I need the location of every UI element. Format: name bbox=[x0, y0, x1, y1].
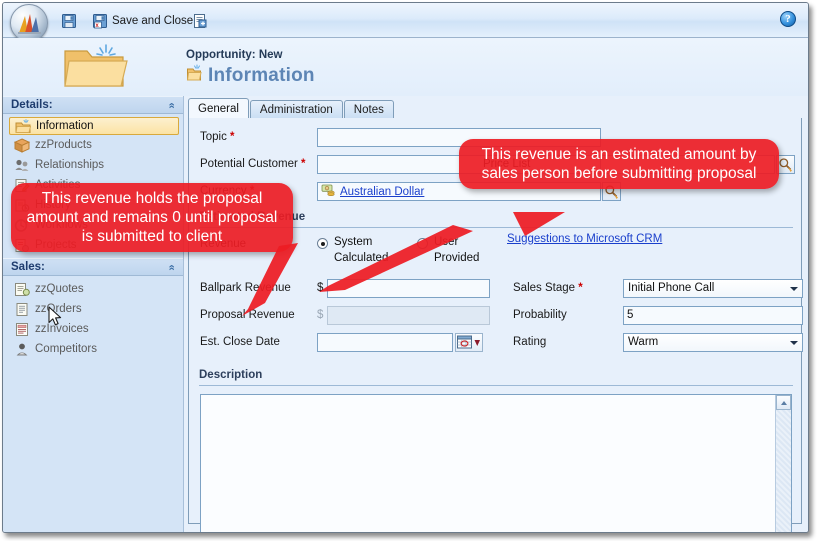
chevron-down-icon[interactable] bbox=[790, 341, 798, 345]
tab-general[interactable]: General bbox=[188, 98, 249, 119]
save-button[interactable] bbox=[57, 9, 81, 32]
sidebar-group-details-label: Details: bbox=[11, 99, 53, 111]
sidebar-item-zzorders[interactable]: zzOrders bbox=[3, 299, 183, 319]
sidebar-item-information[interactable]: Information bbox=[9, 117, 179, 135]
information-icon bbox=[15, 118, 32, 134]
revenue-user-provided-label-line1: User bbox=[434, 236, 459, 248]
ballpark-revenue-label: Ballpark Revenue bbox=[200, 282, 291, 294]
est-close-date-input[interactable] bbox=[317, 333, 453, 352]
revenue-user-provided-radio[interactable] bbox=[417, 238, 428, 249]
save-and-close-icon: x bbox=[93, 13, 107, 29]
currency-value-link[interactable]: Australian Dollar bbox=[340, 186, 424, 198]
chevron-down-icon[interactable] bbox=[790, 287, 798, 291]
callout-proposal-revenue-text: This revenue holds the proposal amount a… bbox=[26, 190, 278, 245]
help-icon[interactable]: ? bbox=[780, 11, 796, 27]
new-record-button[interactable] bbox=[188, 9, 212, 32]
sidebar-item-label: zzQuotes bbox=[35, 283, 84, 295]
invoices-icon bbox=[14, 322, 31, 337]
page-title: Information bbox=[208, 64, 315, 86]
rating-select[interactable]: Warm bbox=[623, 333, 803, 352]
description-label: Description bbox=[199, 369, 263, 381]
sidebar-item-zzquotes[interactable]: zzQuotes bbox=[3, 279, 183, 299]
new-record-icon bbox=[194, 13, 207, 28]
sidebar-item-label: Competitors bbox=[35, 343, 97, 355]
sales-stage-label: Sales Stage * bbox=[513, 282, 583, 294]
relationships-icon bbox=[14, 158, 31, 173]
products-box-icon bbox=[13, 137, 31, 153]
rating-value: Warm bbox=[628, 336, 659, 348]
ballpark-revenue-input[interactable] bbox=[327, 279, 490, 298]
callout-proposal-revenue: This revenue holds the proposal amount a… bbox=[11, 183, 293, 252]
scroll-up-icon[interactable] bbox=[776, 395, 791, 410]
sidebar-item-label: Relationships bbox=[35, 159, 105, 171]
probability-label: Probability bbox=[513, 309, 567, 321]
toolbar: x Save and Close ? bbox=[3, 3, 808, 42]
callout-ballpark-revenue: This revenue is an estimated amount by s… bbox=[459, 139, 779, 189]
sidebar-item-label: Information bbox=[36, 120, 94, 132]
record-header: Opportunity: New Information bbox=[3, 38, 808, 96]
application-window: x Save and Close ? Opportunity: New Info… bbox=[0, 0, 817, 541]
potential-customer-label: Potential Customer * bbox=[200, 158, 306, 170]
tab-administration[interactable]: Administration bbox=[249, 100, 343, 119]
quotes-icon bbox=[14, 282, 31, 297]
page-title-wrap: Information bbox=[186, 64, 315, 87]
sidebar-item-competitors[interactable]: Competitors bbox=[3, 339, 183, 359]
sidebar-item-relationships[interactable]: Relationships bbox=[3, 155, 183, 175]
callout-ballpark-revenue-text: This revenue is an estimated amount by s… bbox=[481, 146, 757, 182]
mouse-cursor bbox=[48, 306, 62, 326]
save-and-close-button[interactable]: x Save and Close bbox=[88, 9, 197, 32]
orders-icon bbox=[14, 302, 31, 317]
tab-notes[interactable]: Notes bbox=[343, 100, 394, 119]
folder-icon bbox=[59, 39, 131, 100]
proposal-revenue-input bbox=[327, 306, 490, 325]
record-subtitle: Opportunity: New bbox=[186, 49, 283, 61]
description-textarea[interactable] bbox=[200, 394, 792, 532]
tab-bar: General Administration Notes bbox=[188, 98, 395, 119]
description-divider bbox=[199, 385, 793, 386]
revenue-system-calculated-radio[interactable] bbox=[317, 238, 328, 249]
chevron-up-icon[interactable]: « bbox=[165, 102, 177, 108]
revenue-user-provided-label-line2: Provided bbox=[434, 252, 480, 264]
sidebar-item-label: zzProducts bbox=[35, 139, 92, 151]
rating-label: Rating bbox=[513, 336, 547, 348]
save-icon bbox=[62, 13, 76, 28]
sidebar-group-sales[interactable]: Sales: « bbox=[3, 258, 183, 276]
sidebar: Details: « Information zzProducts Relati… bbox=[3, 96, 184, 532]
suggestions-link[interactable]: Suggestions to Microsoft CRM bbox=[507, 233, 662, 245]
sidebar-item-zzproducts[interactable]: zzProducts bbox=[3, 135, 183, 155]
crm-orb-icon[interactable] bbox=[10, 4, 48, 42]
proposal-revenue-label: Proposal Revenue bbox=[200, 309, 295, 321]
sidebar-group-sales-label: Sales: bbox=[11, 261, 45, 273]
revenue-system-calculated-label-line2: Calculated bbox=[334, 252, 389, 264]
sales-stage-value: Initial Phone Call bbox=[628, 282, 715, 294]
ballpark-revenue-currency-symbol: $ bbox=[317, 282, 324, 294]
sales-stage-select[interactable]: Initial Phone Call bbox=[623, 279, 803, 298]
sidebar-group-details[interactable]: Details: « bbox=[3, 96, 183, 114]
topic-label: Topic * bbox=[200, 131, 235, 143]
competitors-icon bbox=[14, 342, 31, 357]
chevron-up-icon[interactable]: « bbox=[165, 264, 177, 270]
window-frame: x Save and Close ? Opportunity: New Info… bbox=[2, 2, 809, 533]
currency-icon bbox=[321, 183, 336, 201]
opportunity-icon bbox=[186, 64, 202, 87]
probability-input[interactable]: 5 bbox=[623, 306, 803, 325]
sidebar-item-zzinvoices[interactable]: zzInvoices bbox=[3, 319, 183, 339]
save-and-close-label: Save and Close bbox=[112, 14, 194, 27]
proposal-revenue-currency-symbol: $ bbox=[317, 309, 324, 321]
calendar-icon[interactable] bbox=[455, 333, 483, 352]
est-close-date-label: Est. Close Date bbox=[200, 336, 280, 348]
description-scrollbar[interactable] bbox=[775, 395, 791, 532]
revenue-system-calculated-label-line1: System bbox=[334, 236, 373, 248]
